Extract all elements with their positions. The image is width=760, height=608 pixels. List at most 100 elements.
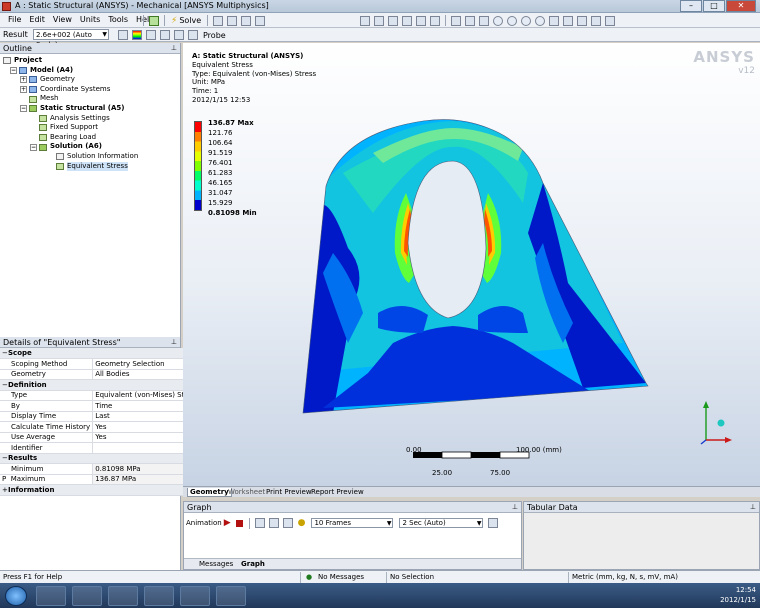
- menu-units[interactable]: Units: [76, 15, 104, 24]
- details-row-calculate-time-history[interactable]: Calculate Time History Yes: [0, 421, 201, 433]
- view-cube-icon[interactable]: [451, 15, 461, 26]
- details-row-maximum[interactable]: P Maximum 136.87 MPa: [0, 474, 201, 485]
- check-icon[interactable]: [149, 15, 159, 26]
- details-row-type[interactable]: Type Equivalent (von-Mises) Stress: [0, 390, 201, 401]
- geometry-display-icon[interactable]: [118, 30, 128, 40]
- expand-icon[interactable]: +: [20, 86, 27, 94]
- messages-icon[interactable]: ●: [306, 573, 312, 581]
- tree-item-coordinate-systems[interactable]: + Coordinate Systems: [0, 85, 180, 95]
- expand-icon[interactable]: +: [20, 76, 27, 84]
- rotate-icon[interactable]: [465, 15, 475, 26]
- pin-icon[interactable]: ⊥: [171, 337, 177, 348]
- details-row-by[interactable]: By Time: [0, 400, 201, 412]
- tree-item-geometry[interactable]: + Geometry: [0, 75, 180, 85]
- solve-button[interactable]: ⚡ Solve: [168, 16, 204, 26]
- select-mode-icon[interactable]: [430, 15, 440, 26]
- max-min-icon[interactable]: [174, 30, 184, 40]
- export-video-icon[interactable]: [488, 518, 499, 528]
- select-face-icon[interactable]: [402, 15, 412, 26]
- set-view-icon[interactable]: [591, 15, 601, 26]
- folder-taskbar-icon[interactable]: [108, 586, 138, 606]
- distributed-icon[interactable]: [268, 518, 279, 528]
- stress-contour-model[interactable]: [183, 43, 760, 486]
- document-taskbar-icon[interactable]: [216, 586, 246, 606]
- tree-item-solution[interactable]: − Solution (A6): [0, 142, 180, 152]
- wireframe-icon[interactable]: [605, 15, 615, 26]
- play-icon[interactable]: ▶: [224, 518, 231, 528]
- tree-item-analysis-settings[interactable]: Analysis Settings: [0, 114, 180, 124]
- tree-item-solution-information[interactable]: Solution Information: [0, 152, 180, 162]
- pin-icon[interactable]: ⊥: [171, 43, 177, 54]
- pan-icon[interactable]: [479, 15, 489, 26]
- ansys-taskbar-icon[interactable]: [36, 586, 66, 606]
- tab-graph[interactable]: Graph: [241, 560, 265, 568]
- menu-view[interactable]: View: [49, 15, 76, 24]
- tree-item-equivalent-stress[interactable]: Equivalent Stress: [0, 161, 180, 172]
- details-group-scope[interactable]: −Scope: [0, 348, 201, 359]
- aqwa-taskbar-icon[interactable]: [72, 586, 102, 606]
- edges-icon[interactable]: [146, 30, 156, 40]
- details-row-identifier[interactable]: Identifier: [0, 442, 201, 454]
- result-sets-icon[interactable]: [282, 518, 293, 528]
- tree-item-project[interactable]: Project: [0, 56, 180, 66]
- scale-select[interactable]: 2.6e+002 (Auto Scale)▼: [33, 29, 109, 49]
- vector-icon[interactable]: [160, 30, 170, 40]
- frames-icon[interactable]: [254, 518, 265, 528]
- pin-icon[interactable]: ⊥: [750, 502, 756, 513]
- collapse-icon[interactable]: −: [30, 143, 37, 151]
- menu-edit[interactable]: Edit: [25, 15, 49, 24]
- zoom-icon[interactable]: [493, 15, 503, 26]
- stop-icon[interactable]: [235, 519, 243, 527]
- details-row-scoping-method[interactable]: Scoping Method Geometry Selection: [0, 358, 201, 370]
- select-body-icon[interactable]: [416, 15, 426, 26]
- details-row-use-average[interactable]: Use Average Yes: [0, 432, 201, 443]
- start-button[interactable]: [5, 586, 27, 606]
- graphics-viewport[interactable]: A: Static Structural (ANSYS) Equivalent …: [183, 43, 760, 486]
- status-units[interactable]: Metric (mm, kg, N, s, mV, mA): [572, 573, 678, 581]
- report-icon[interactable]: [241, 15, 252, 26]
- probe-button[interactable]: Probe: [203, 31, 226, 40]
- pointer-icon[interactable]: [360, 15, 370, 26]
- collapse-icon[interactable]: −: [10, 66, 17, 74]
- worksheet-icon[interactable]: [255, 15, 266, 26]
- tab-messages[interactable]: Messages: [199, 560, 233, 568]
- tree-item-fixed-support[interactable]: Fixed Support: [0, 123, 180, 133]
- details-row-geometry[interactable]: Geometry All Bodies: [0, 369, 201, 380]
- duration-select[interactable]: 2 Sec (Auto) ▼: [399, 518, 484, 528]
- close-button[interactable]: ✕: [726, 0, 756, 12]
- contour-icon[interactable]: [132, 30, 142, 40]
- details-group-results[interactable]: −Results: [0, 453, 201, 464]
- zoom-fit-icon[interactable]: [521, 15, 531, 26]
- tab-report-preview[interactable]: Report Preview: [311, 488, 364, 496]
- frames-select[interactable]: 10 Frames ▼: [311, 518, 394, 528]
- axis-triad[interactable]: [693, 398, 733, 448]
- previous-view-icon[interactable]: [549, 15, 559, 26]
- menu-file[interactable]: File: [4, 15, 25, 24]
- tree-item-model[interactable]: − Model (A4): [0, 66, 180, 76]
- menu-tools[interactable]: Tools: [104, 15, 132, 24]
- details-row-display-time[interactable]: Display Time Last: [0, 411, 201, 422]
- mechanical-taskbar-icon[interactable]: [144, 586, 174, 606]
- tab-worksheet[interactable]: Worksheet: [228, 488, 265, 496]
- pin-icon[interactable]: ⊥: [512, 502, 518, 513]
- iso-view-icon[interactable]: [577, 15, 587, 26]
- parameter-marker[interactable]: P: [2, 475, 6, 483]
- tree-item-mesh[interactable]: Mesh: [0, 94, 180, 104]
- probe-icon[interactable]: [188, 30, 198, 40]
- app-taskbar-icon[interactable]: [180, 586, 210, 606]
- minimize-button[interactable]: –: [680, 0, 702, 12]
- magnifier-icon[interactable]: [535, 15, 545, 26]
- status-messages[interactable]: No Messages: [318, 573, 364, 581]
- image-icon[interactable]: [227, 15, 238, 26]
- lightbulb-icon[interactable]: ●: [298, 518, 306, 528]
- zoom-box-icon[interactable]: [507, 15, 517, 26]
- maximize-button[interactable]: □: [703, 0, 725, 12]
- system-tray-clock[interactable]: 12:54 2012/1/15: [720, 585, 756, 605]
- details-row-minimum[interactable]: Minimum 0.81098 MPa: [0, 463, 201, 475]
- new-analysis-icon[interactable]: [213, 15, 224, 26]
- select-vertex-icon[interactable]: [374, 15, 384, 26]
- collapse-icon[interactable]: −: [20, 105, 27, 113]
- tab-print-preview[interactable]: Print Preview: [266, 488, 312, 496]
- select-edge-icon[interactable]: [388, 15, 398, 26]
- next-view-icon[interactable]: [563, 15, 573, 26]
